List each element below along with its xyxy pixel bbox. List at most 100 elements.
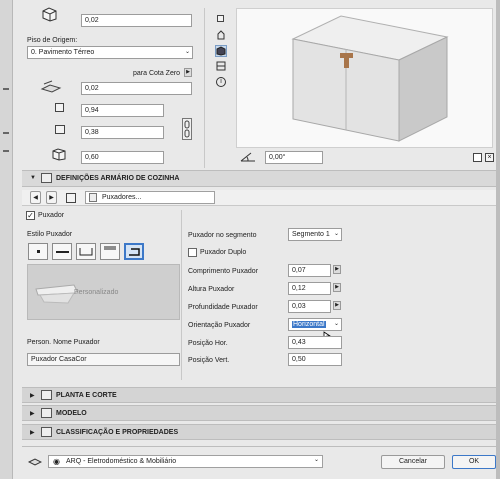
elevation-view-icon[interactable] [216,61,226,71]
eye-icon: ◉ [53,457,60,466]
floor-select-value: 0. Pavimento Térreo [31,49,95,56]
layer-icon [27,457,43,467]
classification-icon [41,427,52,437]
handle-style-custom[interactable] [124,243,144,260]
floor-label: Piso de Origem: [27,37,78,44]
height-label: Altura Puxador [188,286,235,293]
depth-label: Profundidade Puxador [188,304,258,311]
prev-page-button[interactable]: ◀ [30,191,41,204]
section-classification-title: CLASSIFICAÇÃO E PROPRIEDADES [56,429,179,436]
vpos-label: Posição Vert. [188,357,230,364]
hpos-label: Posição Hor. [188,340,228,347]
handle-preview-label: Personalizado [74,289,119,296]
depth-field-handle[interactable]: 0,03 [288,300,331,313]
floor-select[interactable]: 0. Pavimento Térreo ⌄ [27,46,193,59]
handle-checkbox-label: Puxador [38,212,65,219]
next-page-button[interactable]: ▶ [46,191,57,204]
handle-style-knob[interactable] [28,243,48,260]
depth-arrow-button[interactable]: ▶ [333,301,341,310]
chevron-down-icon: ⌄ [313,457,319,463]
rotation-field[interactable]: 0,00° [265,151,323,164]
collapse-arrow-icon: ▼ [30,175,36,181]
section-model-title: MODELO [56,410,87,417]
section-view-icon[interactable] [216,30,226,40]
page-select-label: Puxadores... [102,194,142,201]
checkbox-preview-a[interactable] [473,153,482,162]
double-handle-label: Puxador Duplo [200,249,247,256]
section-plan-title: PLANTA E CORTE [56,392,117,399]
page-tree-icon[interactable] [66,193,76,203]
size-field[interactable]: 0,60 [81,151,164,164]
layer-select[interactable]: ◉ ARQ - Eletrodoméstico & Mobiliário ⌄ [48,455,323,468]
view-toolbar: i [214,12,228,92]
column-divider [181,210,182,380]
custom-name-field[interactable]: Puxador CasaCor [27,353,180,366]
box-size-icon [51,147,67,161]
chevron-down-icon: ⌄ [333,231,339,237]
right-window-edge [496,0,500,479]
expand-arrow-button[interactable]: ▶ [184,68,192,77]
handle-checkbox[interactable]: ✓ [26,211,35,220]
section-title: DEFINIÇÕES ARMÁRIO DE COZINHA [56,175,180,182]
segment-select[interactable]: Segmento 1 ⌄ [288,228,342,241]
expand-arrow-icon: ▶ [30,430,35,436]
handle-style-bar[interactable] [52,243,72,260]
width-field[interactable]: 0,94 [81,104,164,117]
vpos-field[interactable]: 0,50 [288,353,342,366]
strip-marker [3,88,9,90]
handle-style-u-shape[interactable] [76,243,96,260]
segment-select-value: Segmento 1 [292,231,330,238]
elevation-field[interactable]: 0,02 [81,82,192,95]
orientation-label: Orientação Puxador [188,322,251,329]
cancel-button[interactable]: Cancelar [381,455,445,469]
custom-name-label: Person. Nome Puxador [27,339,100,346]
strip-marker [3,132,9,134]
hpos-field[interactable]: 0,43 [288,336,342,349]
height-arrow-button[interactable]: ▶ [333,283,341,292]
depth-icon [55,125,65,134]
panel-divider [204,8,205,168]
orientation-select[interactable]: Horizontal ⌄ [288,318,342,331]
left-scroll-strip [0,0,13,479]
cabinet-settings-icon [41,173,52,183]
close-preview-icon[interactable]: × [485,153,494,162]
chevron-down-icon: ⌄ [333,321,339,327]
page-icon [89,193,97,202]
elevation-icon [40,80,62,94]
3d-view-icon[interactable] [215,45,227,57]
link-chain-icon[interactable] [182,118,192,140]
plan-section-icon [41,390,52,400]
chevron-down-icon: ⌄ [184,49,190,55]
section-header-settings[interactable]: ▼ DEFINIÇÕES ARMÁRIO DE COZINHA [22,170,496,187]
to-zero-label: para Cota Zero [133,70,181,77]
box-height-icon [40,6,58,22]
footer-divider [22,446,496,447]
ok-button[interactable]: OK [452,455,496,469]
orientation-select-value: Horizontal [292,321,326,328]
3d-preview [236,8,493,148]
page-select[interactable]: Puxadores... [85,191,215,204]
length-label: Comprimento Puxador [188,268,259,275]
model-cube-icon [41,408,52,418]
height-field-handle[interactable]: 0,12 [288,282,331,295]
section-header-classification[interactable]: ▶ CLASSIFICAÇÃO E PROPRIEDADES [22,424,496,440]
handle-style-profile[interactable] [100,243,120,260]
width-icon [55,103,64,112]
rotation-angle-icon [239,150,257,164]
expand-arrow-icon: ▶ [30,411,35,417]
plan-view-icon[interactable] [217,15,224,22]
expand-arrow-icon: ▶ [30,393,35,399]
layer-select-value: ARQ - Eletrodoméstico & Mobiliário [66,458,177,465]
depth-field[interactable]: 0,38 [81,126,164,139]
double-handle-checkbox[interactable] [188,248,197,257]
info-icon[interactable]: i [216,77,226,87]
strip-marker [3,150,9,152]
handle-style-label: Estilo Puxador [27,231,73,238]
section-header-model[interactable]: ▶ MODELO [22,405,496,421]
page-nav-bar: ◀ ▶ Puxadores... [22,190,496,206]
handle-preview-box: Personalizado [27,264,180,320]
section-header-plan[interactable]: ▶ PLANTA E CORTE [22,387,496,403]
height-field[interactable]: 0,02 [81,14,192,27]
length-field[interactable]: 0,07 [288,264,331,277]
length-arrow-button[interactable]: ▶ [333,265,341,274]
